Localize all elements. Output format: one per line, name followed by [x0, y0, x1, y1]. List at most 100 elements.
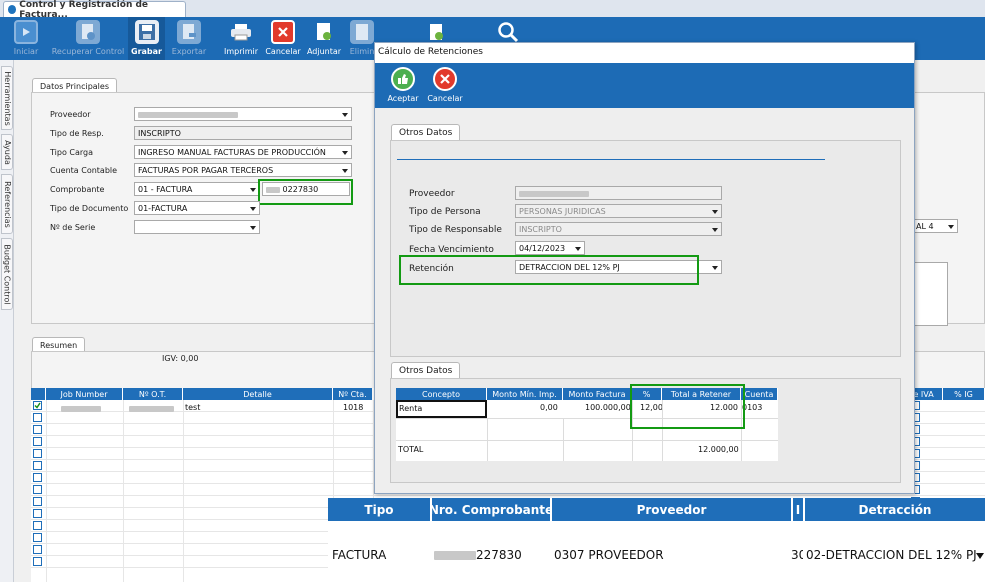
grid-header-pct-igv[interactable]: % IG — [943, 388, 985, 400]
exportar-button[interactable]: Exportar — [169, 17, 209, 60]
cancel-icon — [271, 20, 295, 44]
cancelar-toolbar-button[interactable]: Cancelar — [264, 17, 302, 60]
ov-cell-nro: 227830 — [434, 548, 522, 562]
right-textarea[interactable] — [912, 262, 948, 326]
dialog-title: Cálculo de Retenciones — [375, 43, 914, 63]
tipo-documento-combo[interactable]: 01-FACTURA — [134, 201, 260, 215]
row-checkbox[interactable] — [33, 437, 42, 446]
comprobante-combo[interactable]: 01 - FACTURA — [134, 182, 260, 196]
row-checkbox[interactable] — [33, 557, 42, 566]
export-icon — [177, 20, 201, 44]
tab-datos-principales[interactable]: Datos Principales — [32, 78, 117, 93]
grid-header-nro-cta[interactable]: Nº Cta. — [333, 388, 373, 400]
ov-header-tipo: Tipo — [328, 498, 432, 521]
cancel-icon — [433, 67, 457, 91]
dlg-proveedor-field — [515, 186, 722, 200]
blurred-cell — [129, 404, 174, 413]
row-checkbox[interactable] — [33, 401, 42, 410]
rt-cell-concepto[interactable]: Renta — [396, 400, 487, 418]
tab-resumen[interactable]: Resumen — [32, 337, 86, 352]
retenciones-dialog: Cálculo de Retenciones Aceptar Cancelar … — [374, 42, 915, 494]
dialog-toolbar: Aceptar Cancelar — [375, 63, 914, 108]
side-tab-referencias[interactable]: Referencias — [1, 174, 13, 234]
row-checkbox[interactable] — [33, 449, 42, 458]
row-checkbox[interactable] — [33, 473, 42, 482]
grid-header-job-number[interactable]: Job Number — [46, 388, 123, 400]
label-tipo-carga: Tipo Carga — [50, 148, 93, 157]
row-checkbox[interactable] — [33, 413, 42, 422]
row-checkbox[interactable] — [33, 545, 42, 554]
app-icon — [8, 5, 17, 14]
divider — [397, 159, 825, 160]
label-tipo-resp: Tipo de Resp. — [50, 129, 104, 138]
right-combo[interactable]: AL 4 — [912, 219, 958, 233]
dlg-label-tipo-persona: Tipo de Persona — [409, 207, 481, 217]
ov-cell-i: 30 — [791, 548, 803, 562]
row-checkbox[interactable] — [33, 425, 42, 434]
dlg-fecha-vencimiento-picker[interactable]: 04/12/2023 — [515, 241, 585, 255]
iniciar-button[interactable]: Iniciar — [6, 17, 46, 60]
chevron-down-icon[interactable] — [976, 553, 984, 559]
label-nro-serie: Nº de Serie — [50, 223, 96, 232]
grid-cell-detalle: test — [185, 403, 201, 412]
recuperar-control-button[interactable]: Recuperar Control — [50, 17, 126, 60]
row-divider — [396, 440, 778, 441]
help-doc-icon — [425, 20, 449, 44]
side-tabs: Herramientas Ayuda Referencias Budget Co… — [0, 60, 14, 582]
ov-header-nro-comprobante: Nro. Comprobante — [432, 498, 552, 521]
label-cuenta-contable: Cuenta Contable — [50, 166, 118, 175]
side-tab-ayuda[interactable]: Ayuda — [1, 134, 13, 170]
tab-otros-datos-1[interactable]: Otros Datos — [391, 124, 461, 140]
recover-doc-icon — [76, 20, 100, 44]
search-icon — [496, 20, 520, 44]
row-checkbox[interactable] — [33, 521, 42, 530]
label-proveedor: Proveedor — [50, 110, 91, 119]
proveedor-combo[interactable] — [134, 107, 352, 121]
ov-header-proveedor: Proveedor — [552, 498, 793, 521]
row-checkbox[interactable] — [33, 485, 42, 494]
nro-serie-combo[interactable] — [134, 220, 260, 234]
imprimir-button[interactable]: Imprimir — [222, 17, 260, 60]
row-checkbox[interactable] — [33, 533, 42, 542]
side-tab-herramientas[interactable]: Herramientas — [1, 66, 13, 130]
rt-header-monto-min: Monto Mín. Imp. — [487, 388, 563, 400]
window-tab[interactable]: Control y Registración de Factura... — [3, 0, 186, 20]
ov-cell-tipo: FACTURA — [332, 548, 387, 562]
row-checkbox[interactable] — [33, 461, 42, 470]
cuenta-contable-combo[interactable]: FACTURAS POR PAGAR TERCEROS — [134, 163, 352, 177]
rt-header-monto-factura: Monto Factura — [563, 388, 632, 400]
rt-cell-cuenta: 0103 — [742, 403, 763, 412]
tab-otros-datos-2[interactable]: Otros Datos — [391, 362, 461, 378]
rt-header-concepto: Concepto — [396, 388, 487, 400]
row-checkbox[interactable] — [33, 497, 42, 506]
dlg-tipo-persona-combo: PERSONAS JURIDICAS — [515, 204, 722, 218]
grid-header-detalle[interactable]: Detalle — [183, 388, 333, 400]
zoomed-summary: Tipo Nro. Comprobante Proveedor I Detrac… — [328, 498, 985, 582]
tipo-resp-field: INSCRIPTO — [134, 126, 352, 140]
adjuntar-button[interactable]: Adjuntar — [305, 17, 343, 60]
row-checkbox[interactable] — [33, 509, 42, 518]
igv-label: IGV: 0,00 — [162, 354, 199, 363]
attach-doc-icon — [312, 20, 336, 44]
aceptar-button[interactable]: Aceptar — [385, 63, 421, 108]
label-tipo-documento: Tipo de Documento — [50, 204, 129, 213]
side-tab-budget-control[interactable]: Budget Control — [1, 238, 13, 310]
ov-header-detraccion: Detracción — [805, 498, 985, 521]
dialog-cancelar-button[interactable]: Cancelar — [427, 63, 463, 108]
ov-cell-detraccion: 02-DETRACCION DEL 12% PJ — [806, 548, 977, 562]
rt-cell-monto-min: 0,00 — [540, 403, 558, 412]
grabar-button[interactable]: Grabar — [128, 17, 165, 60]
column-divider — [123, 400, 124, 582]
highlight-retencion — [399, 255, 699, 285]
table-row — [31, 495, 985, 496]
ov-cell-proveedor: 0307 PROVEEDOR — [554, 548, 664, 562]
highlight-pct-total — [630, 384, 745, 429]
tipo-carga-combo[interactable]: INGRESO MANUAL FACTURAS DE PRODUCCIÓN — [134, 145, 352, 159]
rt-total-label: TOTAL — [398, 445, 424, 454]
dlg-label-tipo-responsable: Tipo de Responsable — [409, 225, 502, 235]
play-icon — [14, 20, 38, 44]
delete-doc-icon — [350, 20, 374, 44]
blurred-value — [138, 111, 238, 118]
grid-header-nro-ot[interactable]: Nº O.T. — [123, 388, 183, 400]
grid-header-check — [31, 388, 46, 400]
